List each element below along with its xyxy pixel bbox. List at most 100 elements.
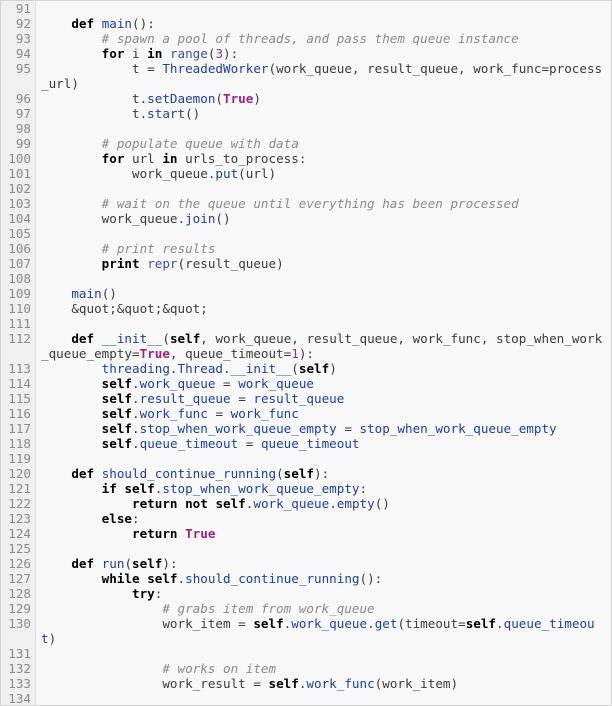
line-code: return not self.work_queue.empty() xyxy=(35,496,609,511)
code-token: = xyxy=(207,406,231,421)
line-number: 113 xyxy=(8,361,31,376)
line-code: for i in range(3): xyxy=(35,46,609,61)
code-token: work_func xyxy=(230,406,299,421)
code-token: work_queue xyxy=(139,376,216,391)
line-code: # works on item xyxy=(35,661,609,676)
code-token: ( xyxy=(162,331,170,346)
code-token: . xyxy=(132,376,140,391)
line-number: 105 xyxy=(8,226,31,241)
line-number: 97 xyxy=(15,106,31,121)
code-token: ): xyxy=(162,556,178,571)
code-token: work_queue. xyxy=(41,166,216,181)
line-code: if self.stop_when_work_queue_empty: xyxy=(35,481,609,496)
line-number: 129 xyxy=(8,601,31,616)
code-token: . xyxy=(496,616,504,631)
code-line: 133 work_result = self.work_func(work_it… xyxy=(1,676,611,691)
line-number: 132 xyxy=(8,661,31,676)
code-token: ): xyxy=(223,46,239,61)
line-number: 111 xyxy=(8,316,31,331)
code-line: 98 xyxy=(1,121,611,136)
code-token: # works on item xyxy=(162,661,277,676)
code-token: = xyxy=(215,376,239,391)
code-line: 94 for i in range(3): xyxy=(1,46,611,61)
line-number: 95 xyxy=(15,61,31,76)
code-token: self xyxy=(283,466,315,481)
code-token: self xyxy=(465,616,497,631)
code-token: . xyxy=(132,436,140,451)
code-line: 97 t.start() xyxy=(1,106,611,121)
code-token: = xyxy=(230,391,254,406)
line-code: def __init__(self, work_queue, result_qu… xyxy=(35,331,609,361)
code-token: in xyxy=(147,46,163,61)
code-token: self xyxy=(169,331,201,346)
code-token: # print results xyxy=(101,241,216,256)
code-token: for xyxy=(101,151,125,166)
line-number: 122 xyxy=(8,496,31,511)
code-token: stop_when_work_queue_empty xyxy=(139,421,337,436)
code-token: . xyxy=(132,421,140,436)
code-token: (): xyxy=(359,571,383,586)
code-token: () xyxy=(101,286,117,301)
line-code: while self.should_continue_running(): xyxy=(35,571,609,586)
line-code: self.result_queue = result_queue xyxy=(35,391,609,406)
code-token: print xyxy=(101,256,140,271)
code-token: should_continue_running xyxy=(101,466,277,481)
code-token: True xyxy=(185,526,216,541)
code-line: 121 if self.stop_when_work_queue_empty: xyxy=(1,481,611,496)
code-token: (): xyxy=(132,16,155,31)
code-token: url xyxy=(124,151,163,166)
line-code: try: xyxy=(35,586,609,601)
line-number: 118 xyxy=(8,436,31,451)
code-line: 124 return True xyxy=(1,526,611,541)
line-number: 98 xyxy=(15,121,31,136)
line-number: 119 xyxy=(8,451,31,466)
code-token: result_queue xyxy=(253,391,345,406)
line-number: 99 xyxy=(15,136,31,151)
code-line: 107 print repr(result_queue) xyxy=(1,256,611,271)
code-line: 126 def run(self): xyxy=(1,556,611,571)
line-code: for url in urls_to_process: xyxy=(35,151,609,166)
code-token: = xyxy=(238,436,261,451)
code-line: 123 else: xyxy=(1,511,611,526)
code-token: : xyxy=(359,481,368,496)
code-token: work_queue. xyxy=(41,211,186,226)
code-token: def xyxy=(71,466,95,481)
code-token: work_result = xyxy=(41,676,269,691)
code-token: def xyxy=(71,556,95,571)
code-token: Thread xyxy=(177,361,224,376)
code-token: return xyxy=(132,526,178,541)
code-token: result_queue xyxy=(139,391,231,406)
code-token: # wait on the queue until everything has… xyxy=(101,196,519,211)
code-token: join xyxy=(185,211,216,226)
code-token: not xyxy=(185,496,208,511)
line-code: work_queue.put(url) xyxy=(35,166,609,181)
code-token: i xyxy=(124,46,148,61)
line-code: def main(): xyxy=(35,16,609,31)
code-token: self xyxy=(101,421,133,436)
code-line: 106 # print results xyxy=(1,241,611,256)
code-line: 100 for url in urls_to_process: xyxy=(1,151,611,166)
code-token: ) xyxy=(48,631,57,646)
code-token: # populate queue with data xyxy=(101,136,299,151)
code-line: 102 xyxy=(1,181,611,196)
code-token: while xyxy=(101,571,140,586)
line-number: 126 xyxy=(8,556,31,571)
code-token: try xyxy=(132,586,155,601)
code-token: self xyxy=(124,481,155,496)
code-line: 101 work_queue.put(url) xyxy=(1,166,611,181)
code-token: should_continue_running xyxy=(185,571,360,586)
code-token: repr xyxy=(147,256,178,271)
